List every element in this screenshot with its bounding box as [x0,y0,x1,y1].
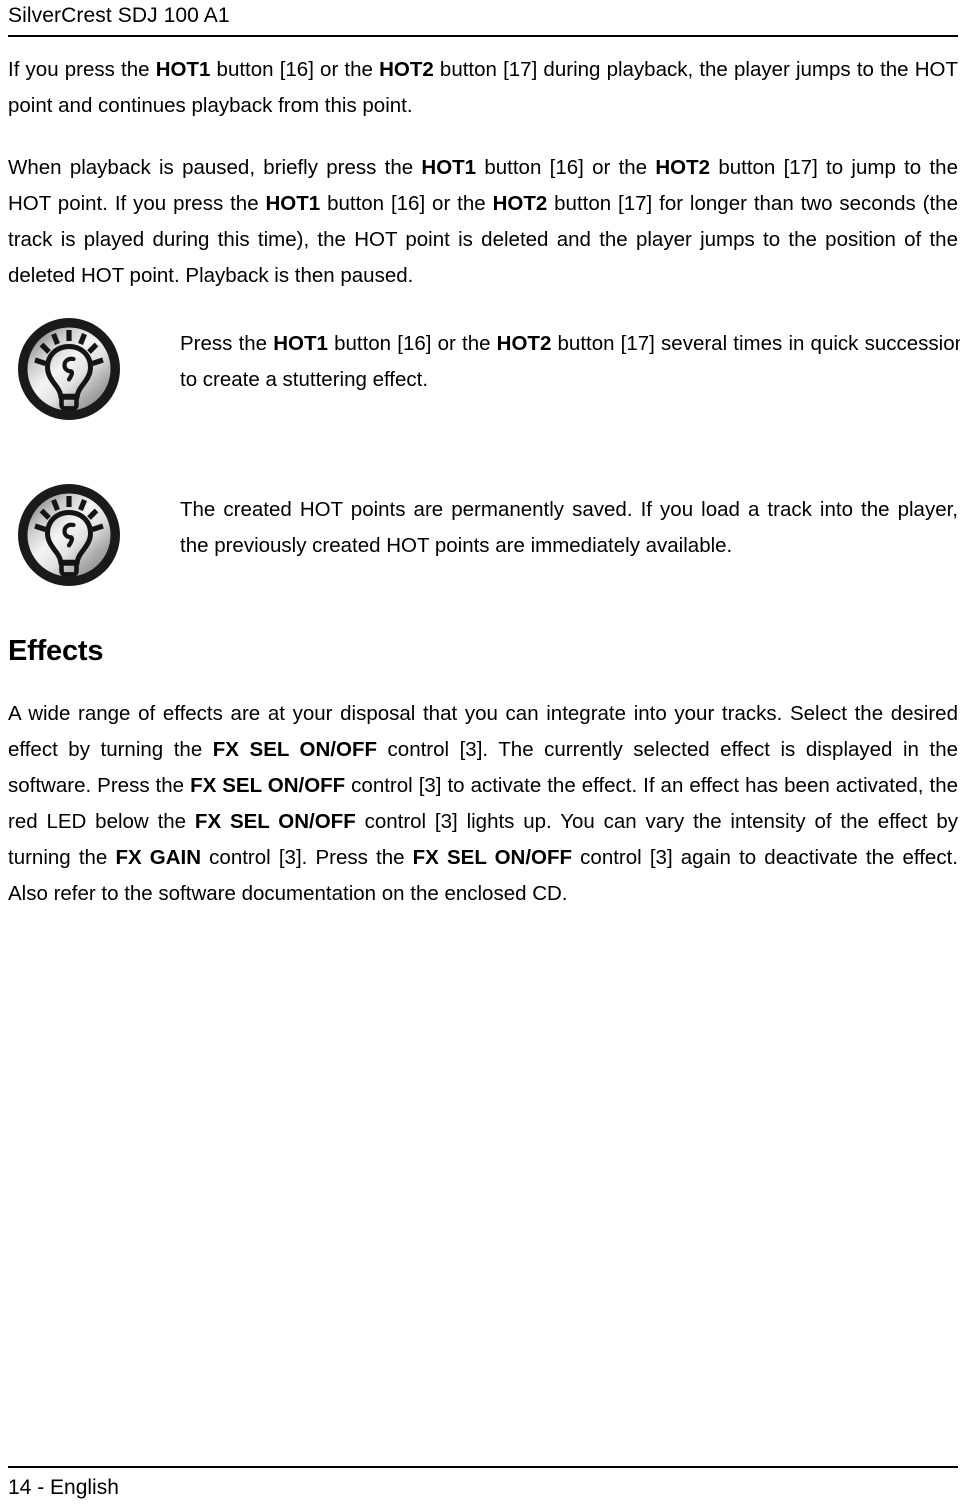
text-segment: button [16] or the [476,156,656,179]
tip-text: The created HOT points are permanently s… [180,498,958,557]
header-divider [8,35,958,37]
term-hot2: HOT2 [492,192,548,215]
term-hot1: HOT1 [273,332,328,355]
paragraph-effects: A wide range of effects are at your disp… [8,696,958,912]
term-hot1: HOT1 [265,192,321,215]
text-segment: When playback is paused, briefly press t… [8,156,422,179]
tip-callout-stutter: Press the HOT1 button [16] or the HOT2 b… [8,316,960,422]
term-hot2: HOT2 [655,156,711,179]
section-heading-effects: Effects [8,635,104,667]
document-page: SilverCrest SDJ 100 A1 If you press the … [0,0,960,1506]
term-hot1: HOT1 [155,58,211,81]
footer-divider [8,1466,958,1468]
page-number-label: 14 - English [8,1476,119,1499]
tip-text: Press the HOT1 button [16] or the HOT2 b… [180,316,960,398]
document-content: If you press the HOT1 button [16] or the… [8,52,960,912]
term-fx-gain: FX GAIN [115,846,202,869]
text-segment: If you press the [8,58,156,81]
term-fx-sel-on-off: FX SEL ON/OFF [412,846,573,869]
header-title: SilverCrest SDJ 100 A1 [8,4,230,27]
text-segment: button [16] or the [210,58,380,81]
tip-callout-saved-points: The created HOT points are permanently s… [8,482,958,586]
paragraph-hot-paused: When playback is paused, briefly press t… [8,150,958,294]
term-fx-sel-on-off: FX SEL ON/OFF [194,810,356,833]
text-segment: Press the [180,332,274,355]
term-fx-sel-on-off: FX SEL ON/OFF [212,738,377,761]
text-segment: button [16] or the [327,332,497,355]
lightbulb-icon [16,482,122,588]
term-hot2: HOT2 [496,332,552,355]
term-hot1: HOT1 [421,156,477,179]
term-fx-sel-on-off: FX SEL ON/OFF [190,774,346,797]
lightbulb-icon [16,316,122,422]
text-segment: control [3]. Press the [201,846,413,869]
text-segment: button [16] or the [320,192,493,215]
paragraph-hot-playback: If you press the HOT1 button [16] or the… [8,52,958,124]
page-header: SilverCrest SDJ 100 A1 [8,2,952,30]
term-hot2: HOT2 [379,58,434,81]
